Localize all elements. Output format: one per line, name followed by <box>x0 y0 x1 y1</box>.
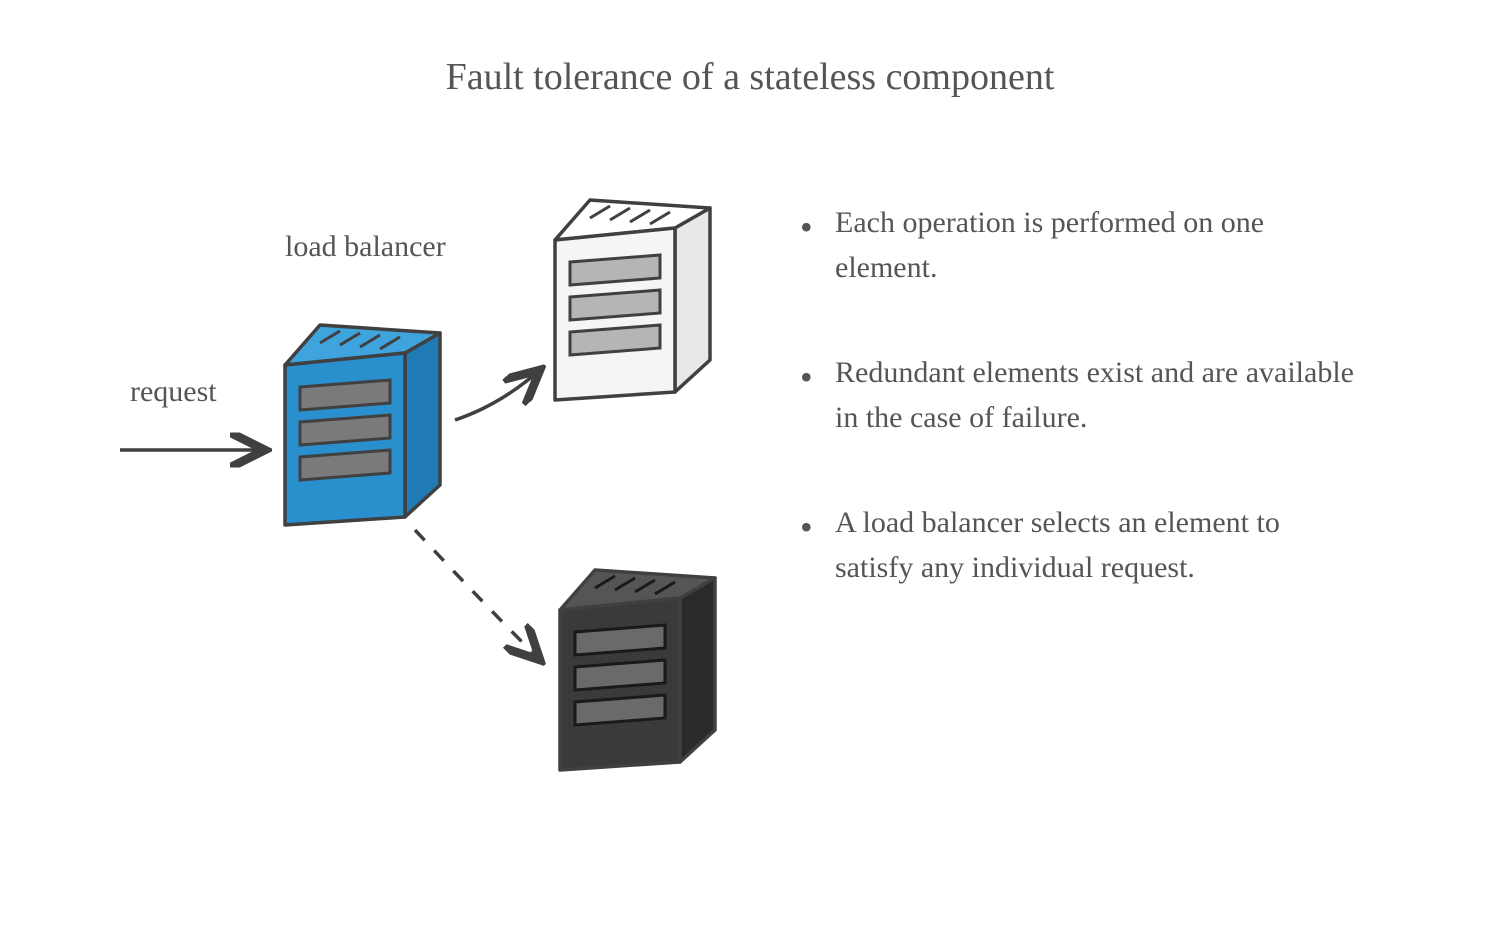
label-load-balancer: load balancer <box>285 230 446 264</box>
list-item: A load balancer selects an element to sa… <box>800 500 1360 590</box>
list-item: Each operation is performed on one eleme… <box>800 200 1360 290</box>
diagram-svg <box>100 170 800 820</box>
load-balancer-server-icon <box>285 325 440 525</box>
diagram-title: Fault tolerance of a stateless component <box>0 55 1500 99</box>
black-server-icon <box>560 570 715 770</box>
list-item: Redundant elements exist and are availab… <box>800 350 1360 440</box>
diagram-canvas: load balancer request <box>100 170 800 820</box>
arrow-to-white-server <box>455 370 540 420</box>
bullet-list: Each operation is performed on one eleme… <box>800 200 1360 650</box>
white-server-icon <box>555 200 710 400</box>
label-request: request <box>130 375 217 409</box>
arrow-to-black-server <box>415 530 540 660</box>
